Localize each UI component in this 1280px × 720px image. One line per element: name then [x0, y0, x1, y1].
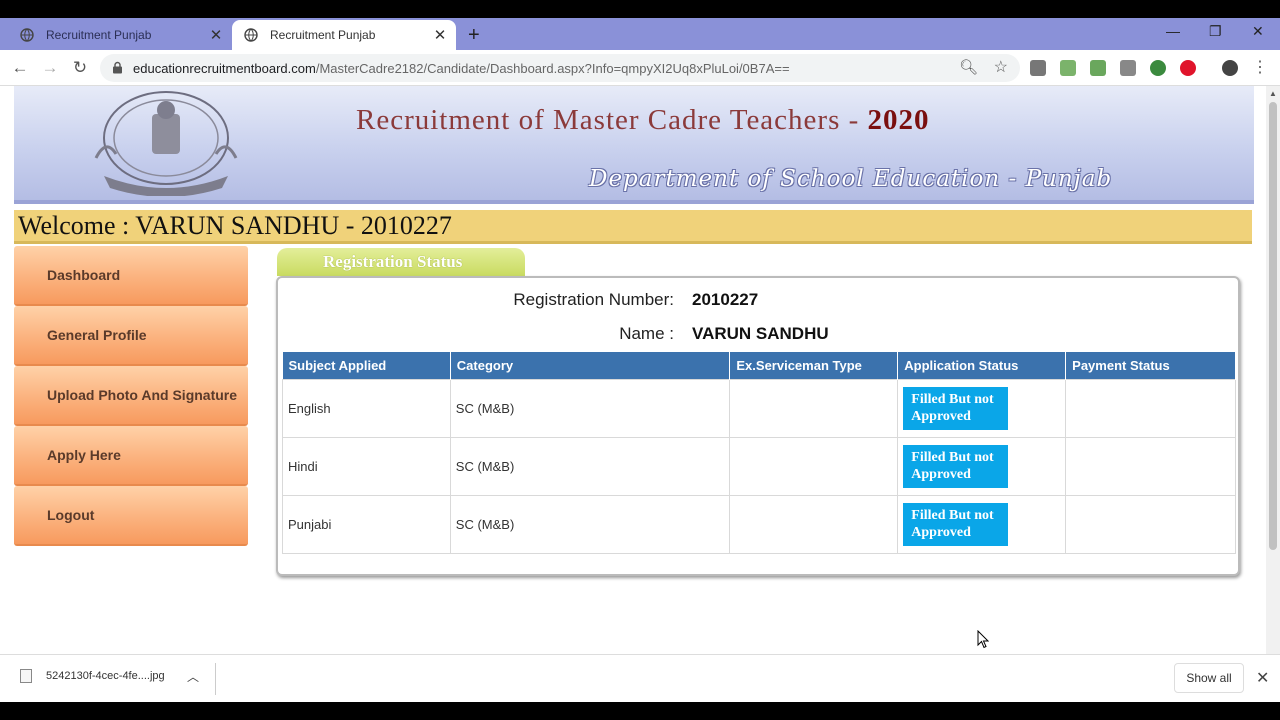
sidebar-item-logout[interactable]: Logout [14, 486, 248, 546]
page-content: Recruitment of Master Cadre Teachers - 2… [12, 86, 1254, 656]
application-status-table: Subject Applied Category Ex.Serviceman T… [282, 352, 1236, 554]
download-filename: 5242130f-4cec-4fe....jpg [46, 670, 165, 682]
col-payment-status: Payment Status [1065, 352, 1236, 379]
category-cell: SC (M&B) [449, 436, 731, 496]
col-category: Category [450, 352, 731, 379]
close-tab-icon[interactable]: ✕ [208, 26, 224, 44]
status-badge: Filled But not Approved [903, 444, 1009, 488]
application-status-cell: Filled But not Approved [897, 378, 1067, 438]
browser-tab-1[interactable]: Recruitment Punjab ✕ [8, 20, 232, 50]
download-bar: 5242130f-4cec-4fe....jpg ︿ Show all ✕ [0, 654, 1280, 702]
globe-icon [20, 28, 34, 42]
chevron-up-icon[interactable]: ︿ [187, 668, 199, 685]
show-all-button[interactable]: Show all [1174, 663, 1244, 693]
application-status-cell: Filled But not Approved [897, 494, 1067, 554]
ex-serviceman-cell [729, 378, 899, 438]
close-tab-icon[interactable]: ✕ [432, 26, 448, 44]
menu-dots-icon[interactable]: ⋮ [1250, 58, 1270, 78]
new-tab-plus-icon[interactable]: + [468, 24, 480, 47]
col-ex-serviceman-type: Ex.Serviceman Type [729, 352, 899, 379]
subject-cell: English [282, 378, 451, 438]
table-row: Hindi SC (M&B) Filled But not Approved [282, 436, 1236, 496]
ex-serviceman-cell [729, 494, 899, 554]
extension-icon[interactable] [1030, 60, 1046, 76]
table-row: English SC (M&B) Filled But not Approved [282, 378, 1236, 438]
zoom-icon[interactable]: 🔍︎ [959, 58, 978, 76]
minimize-icon[interactable]: — [1166, 23, 1180, 39]
registration-status-tab: Registration Status [277, 248, 525, 276]
close-download-bar-icon[interactable]: ✕ [1256, 668, 1269, 688]
divider [215, 663, 216, 695]
window-close-icon[interactable]: ✕ [1252, 23, 1264, 40]
name-row: Name : VARUN SANDHU [278, 322, 1238, 348]
scroll-up-icon[interactable]: ▲ [1269, 89, 1277, 98]
ex-serviceman-cell [729, 436, 899, 496]
profile-icon[interactable] [1222, 60, 1238, 76]
registration-number-label: Registration Number: [513, 290, 674, 309]
download-item[interactable]: 5242130f-4cec-4fe....jpg [20, 669, 165, 683]
url-text: educationrecruitmentboard.com/MasterCadr… [133, 61, 790, 76]
url-host: educationrecruitmentboard.com [133, 61, 316, 76]
name-value: VARUN SANDHU [692, 324, 829, 343]
tab-strip: Recruitment Punjab ✕ Recruitment Punjab … [0, 18, 1280, 50]
sidebar-item-dashboard[interactable]: Dashboard [14, 246, 248, 306]
category-cell: SC (M&B) [449, 494, 731, 554]
registration-number-value: 2010227 [692, 290, 759, 309]
status-badge: Filled But not Approved [903, 502, 1009, 546]
sidebar-item-apply-here[interactable]: Apply Here [14, 426, 248, 486]
browser-toolbar: ← → ↻ educationrecruitmentboard.com/Mast… [0, 50, 1280, 86]
tab-title: Recruitment Punjab [270, 28, 376, 42]
extension-icon[interactable] [1090, 60, 1106, 76]
browser-window: Recruitment Punjab ✕ Recruitment Punjab … [0, 18, 1280, 702]
banner-title: Recruitment of Master Cadre Teachers - 2… [356, 104, 930, 136]
subject-cell: Punjabi [282, 494, 451, 554]
name-label: Name : [619, 324, 674, 343]
category-cell: SC (M&B) [449, 378, 731, 438]
banner-year: 2020 [867, 104, 930, 136]
tab-title: Recruitment Punjab [46, 28, 152, 42]
mouse-cursor-icon [977, 630, 989, 649]
col-application-status: Application Status [897, 352, 1067, 379]
table-header-row: Subject Applied Category Ex.Serviceman T… [282, 352, 1236, 379]
extension-icon[interactable] [1120, 60, 1136, 76]
sidebar-item-general-profile[interactable]: General Profile [14, 306, 248, 366]
page-scrollbar[interactable]: ▲ ▼ [1266, 86, 1280, 672]
scrollbar-thumb[interactable] [1269, 102, 1277, 550]
subject-cell: Hindi [282, 436, 451, 496]
banner-subtitle: Department of School Education - Punjab [589, 166, 1113, 192]
payment-status-cell [1065, 436, 1236, 496]
opera-icon[interactable] [1180, 60, 1196, 76]
punjab-emblem-icon [94, 91, 238, 196]
registration-number-row: Registration Number: 2010227 [278, 288, 1238, 314]
lock-icon [113, 61, 122, 74]
col-subject-applied: Subject Applied [282, 352, 451, 379]
back-arrow-icon[interactable]: ← [10, 58, 30, 78]
restore-icon[interactable]: ❐ [1209, 23, 1222, 40]
payment-status-cell [1065, 378, 1236, 438]
payment-status-cell [1065, 494, 1236, 554]
table-row: Punjabi SC (M&B) Filled But not Approved [282, 494, 1236, 554]
extension-icon[interactable] [1150, 60, 1166, 76]
forward-arrow-icon[interactable]: → [40, 58, 60, 78]
url-path: /MasterCadre2182/Candidate/Dashboard.asp… [315, 61, 790, 76]
status-badge: Filled But not Approved [903, 386, 1009, 430]
file-icon [20, 669, 32, 683]
welcome-bar: Welcome : VARUN SANDHU - 2010227 [14, 210, 1252, 244]
header-banner: Recruitment of Master Cadre Teachers - 2… [14, 86, 1254, 204]
reload-icon[interactable]: ↻ [70, 58, 90, 78]
sidebar-item-upload-photo-signature[interactable]: Upload Photo And Signature [14, 366, 248, 426]
browser-tab-2[interactable]: Recruitment Punjab ✕ [232, 20, 456, 50]
registration-status-panel: Registration Number: 2010227 Name : VARU… [276, 276, 1240, 576]
address-bar[interactable]: educationrecruitmentboard.com/MasterCadr… [100, 54, 1020, 82]
globe-icon [244, 28, 258, 42]
application-status-cell: Filled But not Approved [897, 436, 1067, 496]
sidebar-menu: Dashboard General Profile Upload Photo A… [14, 246, 248, 546]
extension-icon[interactable] [1060, 60, 1076, 76]
bookmark-star-icon[interactable]: ☆ [994, 57, 1008, 77]
